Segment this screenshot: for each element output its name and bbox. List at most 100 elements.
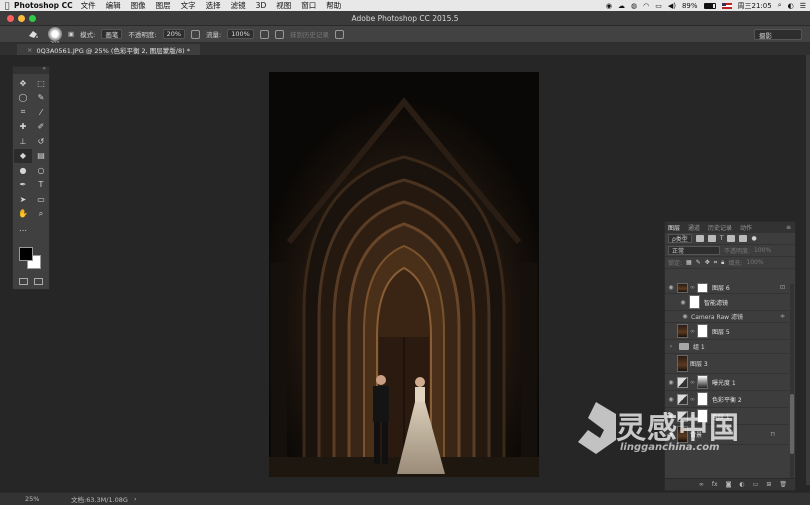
menu-select[interactable]: 选择	[206, 0, 221, 11]
filter-kind-select[interactable]: ρ类型	[668, 234, 692, 243]
mode-select[interactable]: 画笔	[101, 29, 123, 39]
visibility-eye-icon[interactable]: ◉	[679, 313, 691, 320]
layer-name[interactable]: 图层 3	[690, 359, 708, 368]
add-mask-icon[interactable]: ◙	[726, 481, 732, 488]
workspace-select[interactable]: 摄影	[754, 29, 802, 40]
pressure-opacity-icon[interactable]	[191, 29, 201, 39]
layer-row[interactable]: 图层 3	[665, 354, 789, 374]
new-adjustment-layer-icon[interactable]: ◐	[739, 481, 744, 488]
menu-window[interactable]: 窗口	[301, 0, 316, 11]
blend-mode-select[interactable]: 正常	[668, 246, 720, 255]
layer-row[interactable]: ◉ ∞ 图层 6 ⊡	[665, 282, 789, 294]
tab-history[interactable]: 历史记录	[708, 223, 732, 232]
document-size-info[interactable]: 文档:63.3M/1.08G	[71, 494, 128, 504]
menu-help[interactable]: 帮助	[326, 0, 341, 11]
spotlight-icon[interactable]: ⌕	[778, 1, 782, 10]
close-window-button[interactable]	[7, 15, 14, 22]
menu-filter[interactable]: 滤镜	[231, 0, 246, 11]
notification-center-icon[interactable]: ☰	[800, 2, 806, 10]
lock-transparent-icon[interactable]: ▦	[686, 259, 692, 266]
menu-layer[interactable]: 图层	[156, 0, 171, 11]
brush-panel-toggle-icon[interactable]: ▣	[68, 30, 74, 38]
flow-field[interactable]: 100%	[227, 29, 254, 39]
mask-link-icon[interactable]: ∞	[690, 379, 695, 386]
visibility-eye-icon[interactable]: ◉	[665, 284, 677, 291]
apple-menu-icon[interactable]: 	[0, 1, 14, 10]
healing-brush-tool-icon[interactable]: ✚	[14, 120, 32, 135]
type-tool-icon[interactable]: T	[32, 178, 50, 193]
move-tool-icon[interactable]: ✥	[14, 76, 32, 91]
lock-position-icon[interactable]: ✥	[705, 259, 710, 266]
edit-toolbar-icon[interactable]: …	[14, 221, 32, 236]
wifi-icon[interactable]: ◠	[643, 2, 649, 10]
filter-smart-object-icon[interactable]	[739, 235, 748, 242]
panel-menu-icon[interactable]: ≡	[786, 224, 791, 231]
filter-type-icon[interactable]: T	[720, 235, 724, 242]
clone-stamp-tool-icon[interactable]: ⊥	[14, 134, 32, 149]
status-menu-arrow-icon[interactable]: ›	[134, 495, 137, 503]
eraser-tool-icon[interactable]: ◆	[14, 148, 32, 163]
layer-name[interactable]: 曝光度 1	[712, 378, 736, 387]
layer-name[interactable]: 组 1	[693, 342, 705, 351]
new-layer-icon[interactable]: ⊞	[766, 481, 771, 488]
layer-style-fx-icon[interactable]: fx	[712, 481, 718, 488]
layer-name[interactable]: 智能滤镜	[704, 298, 728, 307]
document-tab[interactable]: × 0Q3A0561.JPG @ 25% (色彩平衡 2, 图层蒙版/8) *	[17, 44, 200, 55]
menu-file[interactable]: 文件	[81, 0, 96, 11]
app-menu[interactable]: Photoshop CC	[14, 1, 73, 10]
hand-tool-icon[interactable]: ✋	[14, 207, 32, 222]
input-source-flag-icon[interactable]	[721, 2, 732, 9]
eyedropper-tool-icon[interactable]: ⁄	[32, 105, 50, 120]
layer-row[interactable]: ◉ Camera Raw 滤镜 ≑	[665, 311, 789, 323]
layer-row[interactable]: ◉ 智能滤镜	[665, 294, 789, 311]
screen-mode-icon[interactable]	[34, 278, 43, 285]
layer-name[interactable]: 图层 6	[712, 283, 730, 292]
layer-row[interactable]: ◉ ∞ 曝光度 1	[665, 374, 789, 391]
fill-field[interactable]: 100%	[746, 259, 763, 266]
new-group-icon[interactable]: ▭	[753, 481, 759, 488]
dodge-tool-icon[interactable]: ○	[32, 163, 50, 178]
lock-all-icon[interactable]: 🔒︎	[721, 259, 724, 267]
filter-toggle-icon[interactable]: ●	[751, 235, 756, 242]
filter-shape-icon[interactable]	[727, 235, 736, 242]
gradient-tool-icon[interactable]: ▤	[32, 149, 50, 164]
layer-row[interactable]: › 组 1	[665, 340, 789, 354]
filter-adjustment-icon[interactable]	[707, 235, 716, 242]
menu-edit[interactable]: 编辑	[106, 0, 121, 11]
tools-panel-header[interactable]	[13, 65, 49, 74]
siri-icon[interactable]: ◐	[788, 2, 794, 10]
pressure-size-icon[interactable]	[334, 29, 344, 39]
link-layers-icon[interactable]: ∞	[699, 481, 704, 488]
airplay-icon[interactable]: ▭	[655, 2, 662, 10]
minimize-window-button[interactable]	[18, 15, 25, 22]
tab-layers[interactable]: 图层	[668, 223, 680, 232]
close-tab-icon[interactable]: ×	[27, 46, 32, 54]
layer-name[interactable]: Camera Raw 滤镜	[691, 312, 743, 321]
group-expand-icon[interactable]: ›	[665, 343, 677, 350]
cloud-icon[interactable]: ☁	[618, 2, 625, 10]
mask-link-icon[interactable]: ∞	[690, 284, 695, 291]
crop-tool-icon[interactable]: ⌗	[14, 105, 32, 120]
foreground-color-swatch[interactable]	[19, 247, 33, 261]
filter-pixel-icon[interactable]	[695, 235, 704, 242]
collapsed-panel-strip[interactable]	[806, 55, 810, 485]
layer-opacity-field[interactable]: 100%	[754, 247, 771, 254]
layer-mask-thumbnail[interactable]	[697, 324, 708, 338]
brush-preset-picker[interactable]: 200	[48, 27, 62, 47]
menu-image[interactable]: 图像	[131, 0, 146, 11]
lock-artboard-icon[interactable]: ⌗	[714, 259, 717, 267]
menu-type[interactable]: 文字	[181, 0, 196, 11]
color-swatches[interactable]	[19, 247, 45, 273]
path-select-tool-icon[interactable]: ➤	[14, 192, 32, 207]
visibility-eye-icon[interactable]: ◉	[677, 299, 689, 306]
zoom-level-field[interactable]: 25%	[25, 495, 65, 503]
menu-3d[interactable]: 3D	[256, 1, 267, 10]
pen-tool-icon[interactable]: ✒	[14, 178, 32, 193]
quick-mask-icon[interactable]	[19, 278, 28, 285]
tab-actions[interactable]: 动作	[740, 223, 752, 232]
document-canvas[interactable]	[269, 72, 539, 477]
eraser-tool-icon[interactable]	[27, 29, 39, 39]
layer-name[interactable]: 图层 5	[712, 327, 730, 336]
menu-view[interactable]: 视图	[276, 0, 291, 11]
lasso-tool-icon[interactable]: ◯	[14, 91, 32, 106]
